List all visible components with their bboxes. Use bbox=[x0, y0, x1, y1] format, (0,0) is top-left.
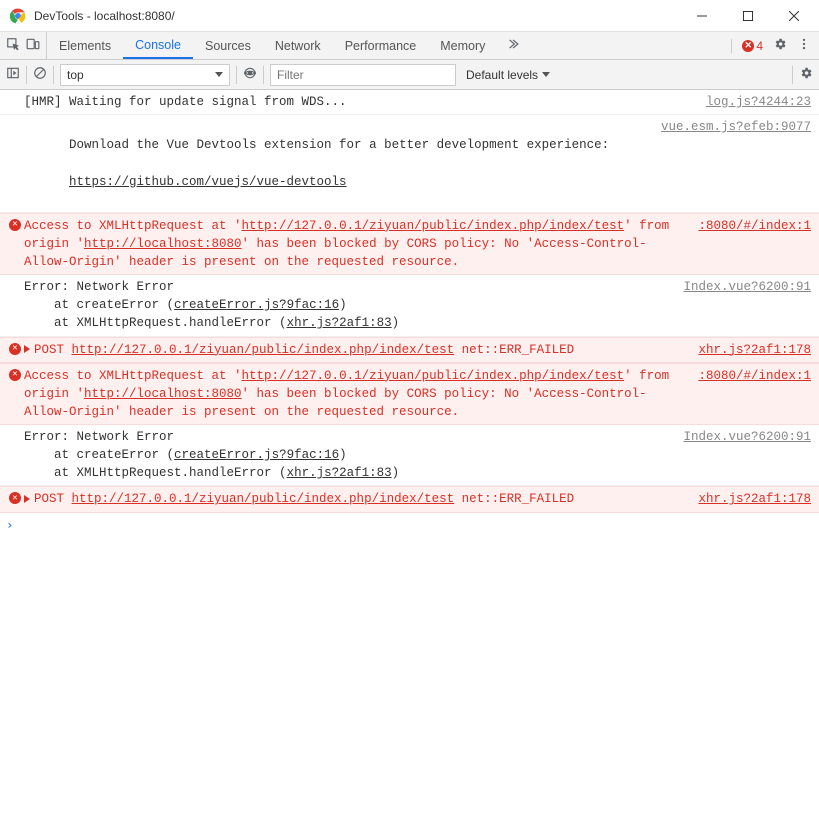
devtools-link[interactable]: https://github.com/vuejs/vue-devtools bbox=[69, 175, 347, 189]
log-message: Access to XMLHttpRequest at 'http://127.… bbox=[24, 367, 698, 421]
log-row-error: ✕ Access to XMLHttpRequest at 'http://12… bbox=[0, 213, 819, 275]
chevron-down-icon bbox=[215, 72, 223, 77]
live-expression-icon[interactable] bbox=[243, 66, 257, 83]
more-tabs-icon[interactable] bbox=[497, 37, 527, 54]
console-sidebar-toggle-icon[interactable] bbox=[6, 66, 20, 83]
log-row: Download the Vue Devtools extension for … bbox=[0, 115, 819, 213]
execution-context-select[interactable]: top bbox=[60, 64, 230, 86]
error-icon: ✕ bbox=[9, 369, 21, 381]
log-message: [HMR] Waiting for update signal from WDS… bbox=[24, 93, 706, 111]
log-row: Error: Network Error at createError (cre… bbox=[0, 425, 819, 486]
origin-url-link[interactable]: http://localhost:8080 bbox=[84, 387, 242, 401]
tab-elements[interactable]: Elements bbox=[47, 32, 123, 59]
window-controls bbox=[679, 0, 817, 32]
log-row-error: ✕ Access to XMLHttpRequest at 'http://12… bbox=[0, 363, 819, 425]
log-source-link[interactable]: xhr.js?2af1:178 bbox=[698, 490, 811, 508]
context-value: top bbox=[67, 68, 84, 82]
tab-memory[interactable]: Memory bbox=[428, 32, 497, 59]
log-message: Download the Vue Devtools extension for … bbox=[24, 118, 661, 209]
filter-input[interactable] bbox=[270, 64, 456, 86]
stack-link[interactable]: xhr.js?2af1:83 bbox=[287, 316, 392, 330]
stack-link[interactable]: xhr.js?2af1:83 bbox=[287, 466, 392, 480]
log-source-link[interactable]: :8080/#/index:1 bbox=[698, 217, 811, 235]
error-icon: ✕ bbox=[9, 492, 21, 504]
tab-console[interactable]: Console bbox=[123, 32, 193, 59]
log-row-error: ✕ POST http://127.0.0.1/ziyuan/public/in… bbox=[0, 486, 819, 512]
log-message: Error: Network Error at createError (cre… bbox=[24, 278, 683, 332]
error-count: 4 bbox=[756, 39, 763, 53]
log-source-link[interactable]: vue.esm.js?efeb:9077 bbox=[661, 118, 811, 136]
log-message: Error: Network Error at createError (cre… bbox=[24, 428, 683, 482]
log-source-link[interactable]: :8080/#/index:1 bbox=[698, 367, 811, 385]
log-row-error: ✕ POST http://127.0.0.1/ziyuan/public/in… bbox=[0, 337, 819, 363]
console-prompt[interactable]: › bbox=[0, 513, 819, 537]
request-url-link[interactable]: http://127.0.0.1/ziyuan/public/index.php… bbox=[72, 492, 455, 506]
devtools-tabbar: Elements Console Sources Network Perform… bbox=[0, 32, 819, 60]
maximize-button[interactable] bbox=[725, 0, 771, 32]
log-row: Error: Network Error at createError (cre… bbox=[0, 275, 819, 336]
expand-toggle-icon[interactable] bbox=[24, 345, 30, 353]
device-toolbar-icon[interactable] bbox=[26, 37, 40, 54]
clear-console-icon[interactable] bbox=[33, 66, 47, 83]
minimize-button[interactable] bbox=[679, 0, 725, 32]
chrome-logo-icon bbox=[10, 8, 26, 24]
console-filters-bar: top Default levels bbox=[0, 60, 819, 90]
prompt-chevron-icon: › bbox=[6, 516, 14, 534]
log-message: POST http://127.0.0.1/ziyuan/public/inde… bbox=[24, 341, 698, 359]
blocked-url-link[interactable]: http://127.0.0.1/ziyuan/public/index.php… bbox=[242, 369, 625, 383]
log-message: POST http://127.0.0.1/ziyuan/public/inde… bbox=[24, 490, 698, 508]
error-icon: ✕ bbox=[9, 343, 21, 355]
stack-link[interactable]: createError.js?9fac:16 bbox=[174, 448, 339, 462]
console-settings-icon[interactable] bbox=[799, 66, 813, 83]
log-source-link[interactable]: xhr.js?2af1:178 bbox=[698, 341, 811, 359]
expand-toggle-icon[interactable] bbox=[24, 495, 30, 503]
log-levels-select[interactable]: Default levels bbox=[462, 68, 554, 82]
log-source-link[interactable]: log.js?4244:23 bbox=[706, 93, 811, 111]
error-icon: ✕ bbox=[9, 219, 21, 231]
tab-network[interactable]: Network bbox=[263, 32, 333, 59]
log-row: [HMR] Waiting for update signal from WDS… bbox=[0, 90, 819, 115]
close-button[interactable] bbox=[771, 0, 817, 32]
window-titlebar: DevTools - localhost:8080/ bbox=[0, 0, 819, 32]
kebab-menu-icon[interactable] bbox=[797, 37, 811, 54]
tab-performance[interactable]: Performance bbox=[333, 32, 429, 59]
error-icon: ✕ bbox=[742, 40, 754, 52]
levels-label: Default levels bbox=[466, 68, 538, 82]
log-source-link[interactable]: Index.vue?6200:91 bbox=[683, 278, 811, 296]
stack-link[interactable]: createError.js?9fac:16 bbox=[174, 298, 339, 312]
blocked-url-link[interactable]: http://127.0.0.1/ziyuan/public/index.php… bbox=[242, 219, 625, 233]
origin-url-link[interactable]: http://localhost:8080 bbox=[84, 237, 242, 251]
inspect-element-icon[interactable] bbox=[6, 37, 20, 54]
error-count-badge[interactable]: ✕ 4 bbox=[731, 39, 763, 53]
tab-sources[interactable]: Sources bbox=[193, 32, 263, 59]
window-title: DevTools - localhost:8080/ bbox=[34, 9, 679, 23]
log-source-link[interactable]: Index.vue?6200:91 bbox=[683, 428, 811, 446]
chevron-down-icon bbox=[542, 72, 550, 77]
gear-icon[interactable] bbox=[773, 37, 787, 54]
log-message: Access to XMLHttpRequest at 'http://127.… bbox=[24, 217, 698, 271]
console-log-area: [HMR] Waiting for update signal from WDS… bbox=[0, 90, 819, 537]
request-url-link[interactable]: http://127.0.0.1/ziyuan/public/index.php… bbox=[72, 343, 455, 357]
